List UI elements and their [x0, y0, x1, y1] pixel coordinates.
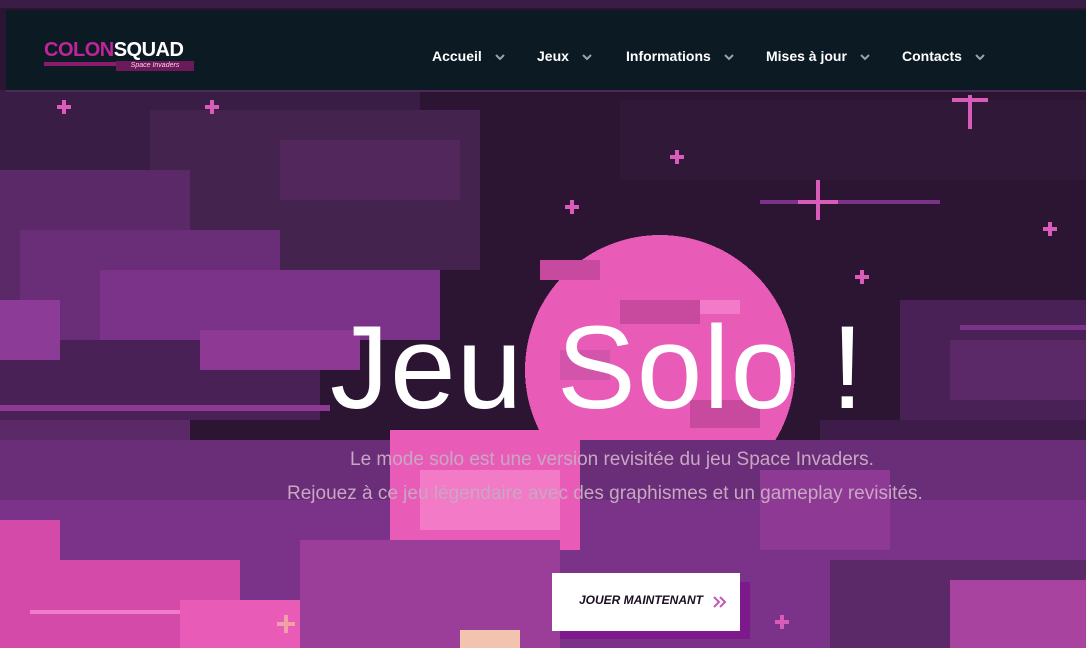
play-now-label: JOUER MAINTENANT [579, 593, 704, 607]
logo-part2: SQUAD [113, 39, 184, 61]
hero-description-line1: Le mode solo est une version revisitée d… [350, 449, 874, 470]
nav-item-mises-a-jour[interactable]: Mises à jour [766, 46, 871, 66]
chevron-down-icon [860, 54, 870, 61]
navbar: COLONSQUAD Space Invaders Accueil Jeux I… [6, 10, 1086, 92]
nav-item-label: Accueil [432, 48, 482, 64]
play-now-button[interactable]: JOUER MAINTENANT [552, 573, 740, 631]
double-chevron-right-icon [713, 596, 727, 608]
logo-part1: COLON [44, 39, 114, 61]
top-strip [0, 0, 1086, 8]
nav-item-label: Jeux [537, 48, 569, 64]
nav-item-label: Informations [626, 48, 711, 64]
nav-item-label: Contacts [902, 48, 962, 64]
nav-item-contacts[interactable]: Contacts [902, 46, 986, 66]
logo[interactable]: COLONSQUAD Space Invaders [44, 40, 214, 74]
nav-item-label: Mises à jour [766, 48, 847, 64]
chevron-down-icon [723, 54, 734, 61]
chevron-down-icon [582, 54, 592, 61]
nav-item-informations[interactable]: Informations [626, 46, 735, 66]
hero-description-line2: Rejouez à ce jeu légendaire avec des gra… [287, 483, 923, 504]
nav-item-accueil[interactable]: Accueil [432, 46, 506, 66]
nav-item-jeux[interactable]: Jeux [537, 46, 593, 66]
logo-text: COLONSQUAD [44, 40, 214, 60]
hero-title: Jeu Solo ! [330, 302, 865, 434]
chevron-down-icon [975, 54, 985, 61]
logo-tagline: Space Invaders [116, 61, 194, 71]
chevron-down-icon [494, 54, 505, 61]
